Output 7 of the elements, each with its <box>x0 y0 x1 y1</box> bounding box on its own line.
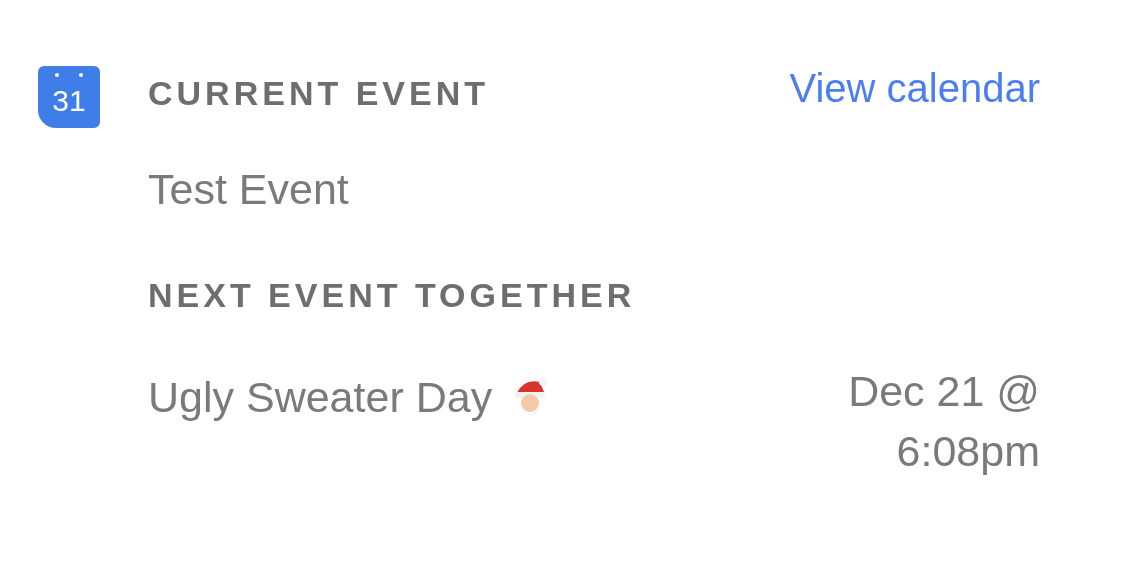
event-date: Dec 21 @ 6:08pm <box>847 366 1040 478</box>
view-calendar-link[interactable]: View calendar <box>789 66 1040 111</box>
calendar-icon: 31 <box>38 66 100 128</box>
section-heading: NEXT EVENT TOGETHER <box>148 276 637 315</box>
section-heading: CURRENT EVENT <box>148 74 490 113</box>
event-name: Ugly Sweater Day <box>148 373 493 422</box>
event-name: Test Event <box>148 165 350 214</box>
